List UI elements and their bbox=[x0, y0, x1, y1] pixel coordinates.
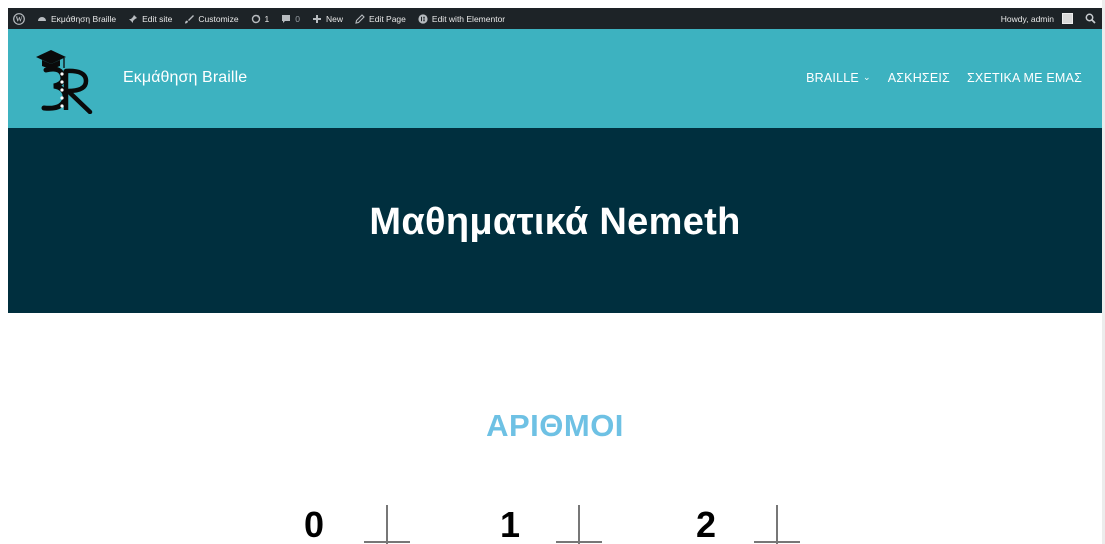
menu-item-braille-label: BRAILLE bbox=[806, 71, 859, 85]
section-title: ΑΡΙΘΜΟΙ bbox=[486, 408, 624, 443]
site-header: Εκμάθηση Braille BRAILLE ⌄ ΑΣΚΗΣΕΙΣ ΣΧΕΤ… bbox=[8, 29, 1102, 128]
braille-cell-1 bbox=[578, 505, 580, 544]
site-title[interactable]: Εκμάθηση Braille bbox=[123, 69, 247, 87]
pencil-icon bbox=[355, 13, 365, 24]
hero-banner: Μαθηματικά Nemeth bbox=[8, 128, 1102, 313]
primary-menu: BRAILLE ⌄ ΑΣΚΗΣΕΙΣ ΣΧΕΤΙΚΑ ΜΕ ΕΜΑΣ bbox=[806, 71, 1082, 85]
updates-link[interactable]: 1 bbox=[245, 8, 276, 29]
menu-item-exercises-label: ΑΣΚΗΣΕΙΣ bbox=[887, 71, 950, 85]
my-account-link[interactable]: Howdy, admin bbox=[995, 8, 1079, 29]
new-label: New bbox=[326, 13, 344, 24]
edit-page-link[interactable]: Edit Page bbox=[349, 8, 412, 29]
plus-icon bbox=[312, 14, 322, 24]
menu-item-braille[interactable]: BRAILLE ⌄ bbox=[806, 71, 871, 85]
braille-baseline-2 bbox=[754, 541, 800, 543]
braille-cell-0 bbox=[386, 505, 388, 544]
edit-site-label: Edit site bbox=[142, 13, 173, 24]
edit-site-link[interactable]: Edit site bbox=[122, 8, 178, 29]
site-name-label: Εκμάθηση Braille bbox=[51, 13, 117, 24]
menu-item-about[interactable]: ΣΧΕΤΙΚΑ ΜΕ ΕΜΑΣ bbox=[967, 71, 1082, 85]
braille-baseline-1 bbox=[556, 541, 602, 543]
pin-icon bbox=[128, 14, 138, 24]
avatar bbox=[1062, 13, 1073, 24]
wordpress-icon: W bbox=[13, 12, 25, 25]
comments-link[interactable]: 0 bbox=[275, 8, 306, 29]
brush-icon bbox=[184, 14, 195, 24]
page-title: Μαθηματικά Nemeth bbox=[369, 201, 741, 243]
elementor-icon bbox=[418, 13, 428, 24]
dashboard-icon bbox=[37, 14, 47, 24]
updates-icon bbox=[251, 14, 261, 24]
page-frame: W Εκμάθηση Braille Edit site Customize 1… bbox=[0, 0, 1105, 544]
admin-bar-secondary: Howdy, admin bbox=[995, 8, 1102, 29]
updates-count: 1 bbox=[264, 13, 270, 24]
comments-count: 0 bbox=[295, 13, 301, 24]
braille-cell-2 bbox=[776, 505, 778, 544]
new-content-link[interactable]: New bbox=[306, 8, 349, 29]
admin-search-button[interactable] bbox=[1079, 8, 1102, 29]
search-icon bbox=[1085, 13, 1096, 24]
site-logo[interactable] bbox=[32, 44, 104, 115]
edit-page-label: Edit Page bbox=[369, 13, 406, 24]
left-margin bbox=[0, 0, 8, 544]
menu-item-exercises[interactable]: ΑΣΚΗΣΕΙΣ bbox=[888, 71, 950, 85]
menu-item-about-label: ΣΧΕΤΙΚΑ ΜΕ ΕΜΑΣ bbox=[966, 71, 1082, 85]
comment-icon bbox=[281, 14, 291, 24]
edit-elementor-label: Edit with Elementor bbox=[431, 13, 506, 24]
customize-label: Customize bbox=[198, 13, 239, 24]
howdy-label: Howdy, admin bbox=[1000, 13, 1054, 24]
edit-elementor-link[interactable]: Edit with Elementor bbox=[412, 8, 511, 29]
customize-link[interactable]: Customize bbox=[178, 8, 244, 29]
number-2: 2 bbox=[696, 504, 717, 544]
braille-baseline-0 bbox=[364, 541, 410, 543]
numbers-row: 0 1 2 bbox=[0, 505, 1105, 544]
site-name-link[interactable]: Εκμάθηση Braille bbox=[31, 8, 122, 29]
number-1: 1 bbox=[500, 504, 521, 544]
svg-text:W: W bbox=[16, 15, 23, 23]
wordpress-menu[interactable]: W bbox=[8, 8, 31, 29]
number-0: 0 bbox=[304, 504, 325, 544]
admin-bar: W Εκμάθηση Braille Edit site Customize 1… bbox=[8, 8, 1102, 29]
chevron-down-icon: ⌄ bbox=[862, 71, 871, 82]
